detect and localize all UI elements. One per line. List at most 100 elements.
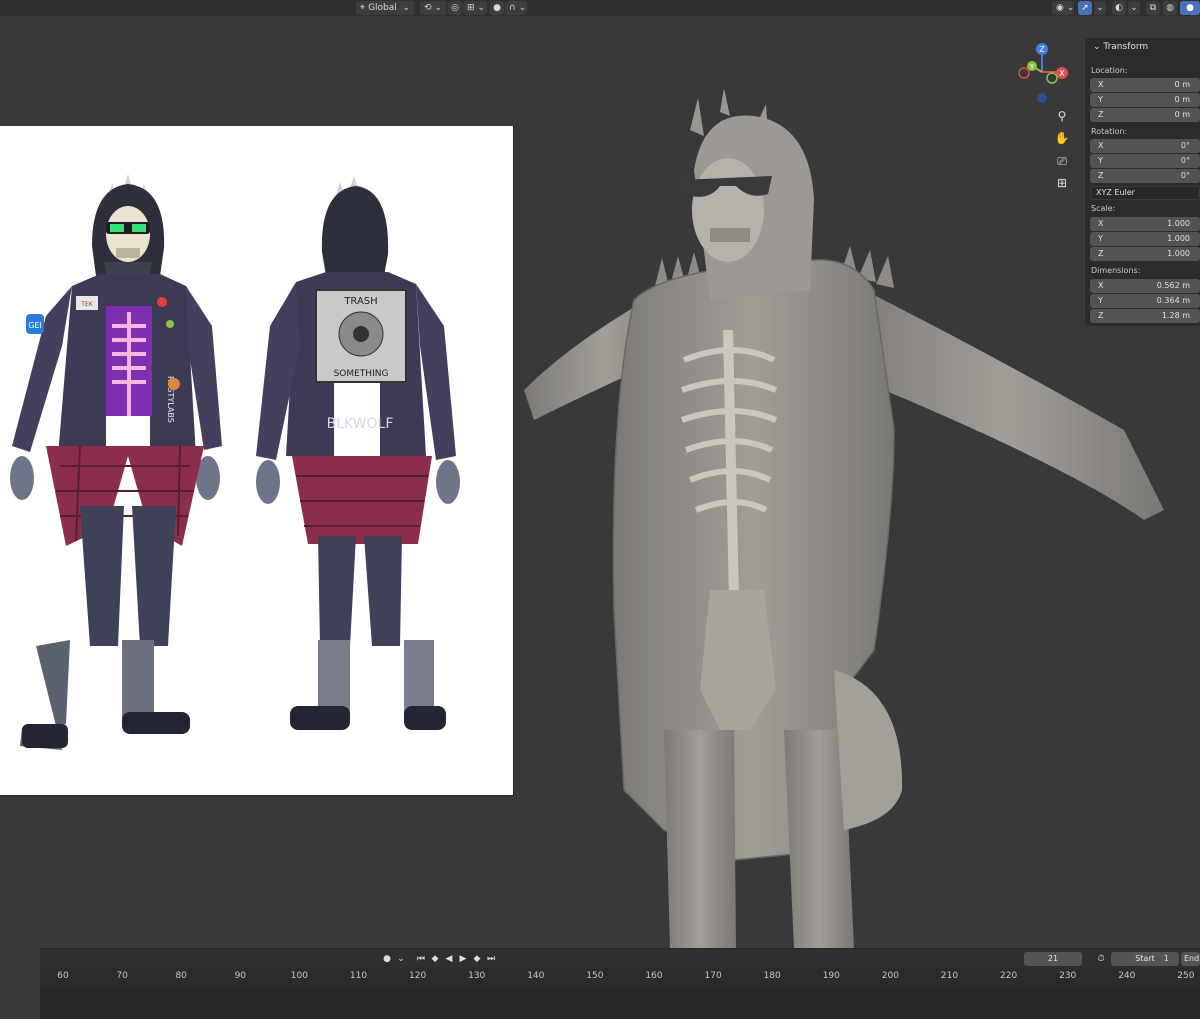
- record-icon: ●: [383, 954, 391, 964]
- scale-label: Scale:: [1091, 204, 1116, 213]
- proportional-falloff-dropdown[interactable]: ∩ ⌄: [505, 1, 527, 15]
- scale-y-field[interactable]: Y 1.000: [1090, 232, 1200, 246]
- pivot-point-dropdown[interactable]: ⟲ ⌄: [420, 1, 446, 15]
- end-frame-field[interactable]: End: [1181, 952, 1200, 966]
- scale-x-field[interactable]: X 1.000: [1090, 217, 1200, 231]
- neg-x-axis-handle[interactable]: [1018, 67, 1030, 79]
- axis-label: X: [1098, 80, 1104, 89]
- timeline-track-area[interactable]: [40, 986, 1200, 1019]
- xray-icon: ⧉: [1149, 3, 1157, 13]
- hood-spike: [690, 98, 704, 136]
- falloff-icon: ∩: [509, 3, 516, 13]
- timeline-tick-label: 190: [822, 971, 840, 981]
- back-character: TRASH SOMETHING BLKWOLF: [256, 176, 460, 730]
- front-character: GEI TEK RUSTYLABS: [10, 174, 222, 750]
- transform-panel-header[interactable]: ⌄ Transform: [1093, 42, 1148, 52]
- neg-z-axis-handle[interactable]: [1037, 93, 1047, 103]
- prev-keyframe-icon: ◆: [431, 954, 439, 964]
- y-axis-label: Y: [1029, 63, 1035, 71]
- play-reverse-icon: ◀: [445, 954, 453, 964]
- timeline-tick-label: 140: [527, 971, 545, 981]
- rotation-x-field[interactable]: X 0°: [1090, 139, 1200, 153]
- preview-range-toggle[interactable]: ⏱: [1093, 952, 1109, 966]
- overlay-icon: ◐: [1115, 3, 1123, 13]
- axis-gizmo[interactable]: Z X Y: [1010, 40, 1074, 110]
- timeline-ruler[interactable]: 60 70 80 90 100 110 120 130 140 150 160 170 180 190 20…: [40, 968, 1200, 1019]
- pan-hand-icon[interactable]: ✋: [1052, 128, 1072, 148]
- transform-orientation-dropdown[interactable]: ⌖ Global ⌄: [356, 1, 414, 15]
- neg-y-axis-handle[interactable]: [1046, 72, 1058, 84]
- snap-icon: ◎: [451, 3, 459, 13]
- current-frame-field[interactable]: 21: [1024, 952, 1082, 966]
- transform-title: Transform: [1103, 42, 1149, 52]
- rotation-mode-select[interactable]: XYZ Euler: [1090, 186, 1200, 200]
- chevron-down-icon: ⌄: [477, 3, 486, 13]
- left-leg: [664, 730, 736, 948]
- timeline-header: ● ⌄ ⏮ ◆ ◀ ▶ ◆ ⏭ 21 ⏱ Start 1 End: [40, 948, 1200, 969]
- keying-dropdown[interactable]: ⌄: [396, 952, 406, 966]
- axis-label: Z: [1098, 171, 1104, 180]
- overlay-dropdown[interactable]: ⌄: [1128, 1, 1140, 15]
- navigation-gizmo[interactable]: Z X Y: [1010, 40, 1074, 110]
- rotation-z-field[interactable]: Z 0°: [1090, 169, 1200, 183]
- z-axis-label: Z: [1039, 45, 1045, 54]
- transform-panel: ⌄ Transform Location: X 0 m Y 0 m Z 0 m Rot…: [1085, 38, 1200, 326]
- rotation-label: Rotation:: [1091, 127, 1128, 136]
- solid-shading-button[interactable]: ●: [1180, 1, 1200, 15]
- snap-toggle[interactable]: ◎: [448, 1, 462, 15]
- dimensions-z-field[interactable]: Z 1.28 m: [1090, 309, 1200, 323]
- timeline-tick-label: 70: [116, 971, 128, 981]
- visibility-dropdown[interactable]: ◉ ⌄: [1052, 1, 1074, 15]
- camera-icon[interactable]: ⎚: [1052, 151, 1072, 171]
- snap-target-dropdown[interactable]: ⊞ ⌄: [463, 1, 487, 15]
- flannel-hem: [834, 670, 903, 830]
- sculpt-model[interactable]: [514, 90, 1174, 948]
- scale-z-field[interactable]: Z 1.000: [1090, 247, 1200, 261]
- location-z-field[interactable]: Z 0 m: [1090, 108, 1200, 122]
- proportional-edit-toggle[interactable]: ●: [490, 1, 504, 15]
- location-x-field[interactable]: X 0 m: [1090, 78, 1200, 92]
- rotation-y-field[interactable]: Y 0°: [1090, 154, 1200, 168]
- proportional-edit-icon: ●: [493, 3, 501, 13]
- gizmo-toggle[interactable]: ➚: [1078, 1, 1092, 15]
- overlay-toggle[interactable]: ◐: [1112, 1, 1126, 15]
- reference-image[interactable]: GEI TEK RUSTYLABS TRASH SOMETHING BLKWOL…: [0, 126, 514, 796]
- location-label: Location:: [1091, 66, 1128, 75]
- axis-label: Y: [1098, 234, 1103, 243]
- timeline-tick-label: 120: [409, 971, 427, 981]
- timeline-tick-label: 100: [290, 971, 308, 981]
- gizmo-dropdown[interactable]: ⌄: [1094, 1, 1106, 15]
- play-button[interactable]: ▶: [456, 952, 470, 966]
- location-y-value: 0 m: [1174, 95, 1190, 104]
- jump-start-icon: ⏮: [416, 954, 426, 964]
- timeline-tick-label: 240: [1118, 971, 1136, 981]
- axis-label: Y: [1098, 95, 1103, 104]
- chevron-down-icon: ⌄: [1093, 42, 1101, 52]
- shading-solid-icon: ●: [1186, 3, 1194, 13]
- prev-keyframe-button[interactable]: ◆: [428, 952, 442, 966]
- play-reverse-button[interactable]: ◀: [442, 952, 456, 966]
- xray-toggle[interactable]: ⧉: [1146, 1, 1160, 15]
- next-keyframe-button[interactable]: ◆: [470, 952, 484, 966]
- auto-keying-button[interactable]: ●: [378, 952, 396, 966]
- location-y-field[interactable]: Y 0 m: [1090, 93, 1200, 107]
- wireframe-shading-button[interactable]: ◍: [1163, 1, 1177, 15]
- dimensions-y-field[interactable]: Y 0.364 m: [1090, 294, 1200, 308]
- location-z-value: 0 m: [1174, 110, 1190, 119]
- zoom-icon[interactable]: ⚲: [1052, 106, 1072, 126]
- timeline-tick-label: 200: [881, 971, 899, 981]
- timeline-tick-label: 210: [940, 971, 959, 981]
- jump-start-button[interactable]: ⏮: [414, 952, 428, 966]
- dimensions-x-field[interactable]: X 0.562 m: [1090, 279, 1200, 293]
- timeline-tick-label: 130: [468, 971, 486, 981]
- jump-end-button[interactable]: ⏭: [484, 952, 498, 966]
- dimensions-label: Dimensions:: [1091, 266, 1141, 275]
- timeline-tick-label: 60: [57, 971, 69, 981]
- start-value: 1: [1163, 954, 1169, 963]
- play-icon: ▶: [459, 954, 467, 964]
- start-frame-field[interactable]: Start 1: [1111, 952, 1179, 966]
- ortho-grid-icon[interactable]: ⊞: [1052, 173, 1072, 193]
- axis-label: Y: [1098, 156, 1103, 165]
- end-label: End: [1184, 954, 1200, 963]
- chevron-down-icon: ⌄: [397, 954, 405, 964]
